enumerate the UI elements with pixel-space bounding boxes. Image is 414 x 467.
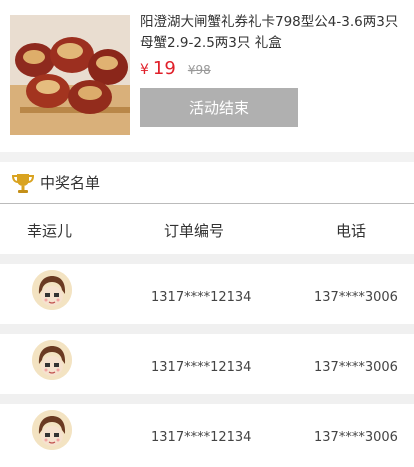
order-number: 1317****12134 — [151, 430, 252, 445]
table-row: 1317****12134 137****3006 — [0, 264, 414, 324]
cartoon-avatar-icon — [32, 340, 72, 380]
table-row: 1317****12134 137****3006 — [0, 334, 414, 394]
red-dates-walnut-photo — [10, 15, 130, 135]
phone-number: 137****3006 — [314, 360, 398, 375]
activity-ended-button[interactable]: 活动结束 — [140, 88, 298, 127]
winners-header: 中奖名单 — [0, 162, 414, 204]
phone-number: 137****3006 — [314, 430, 398, 445]
cartoon-avatar-icon — [32, 270, 72, 310]
avatar — [32, 340, 72, 380]
column-phone: 电话 — [336, 222, 367, 240]
table-header: 幸运儿 订单编号 电话 — [0, 204, 414, 254]
price-row: ¥19 ¥98 — [140, 58, 211, 80]
current-price: ¥19 — [140, 58, 176, 79]
phone-number: 137****3006 — [314, 290, 398, 305]
row-divider — [0, 324, 414, 334]
product-image[interactable] — [10, 15, 130, 135]
column-lucky-user: 幸运儿 — [27, 222, 73, 240]
product-title[interactable]: 阳澄湖大闸蟹礼券礼卡798型公4-3.6两3只母蟹2.9-2.5两3只 礼盒 — [140, 12, 408, 54]
original-price: ¥98 — [187, 63, 211, 77]
avatar — [32, 270, 72, 310]
column-order-number: 订单编号 — [164, 222, 225, 240]
row-divider — [0, 254, 414, 264]
order-number: 1317****12134 — [151, 290, 252, 305]
avatar — [32, 410, 72, 450]
order-number: 1317****12134 — [151, 360, 252, 375]
table-row: 1317****12134 137****3006 — [0, 404, 414, 467]
trophy-icon — [10, 172, 36, 194]
price-value: 19 — [152, 58, 176, 79]
row-divider — [0, 394, 414, 404]
product-card[interactable]: 阳澄湖大闸蟹礼券礼卡798型公4-3.6两3只母蟹2.9-2.5两3只 礼盒 ¥… — [0, 0, 414, 152]
winners-title: 中奖名单 — [40, 174, 101, 192]
currency-symbol: ¥ — [140, 62, 149, 78]
cartoon-avatar-icon — [32, 410, 72, 450]
